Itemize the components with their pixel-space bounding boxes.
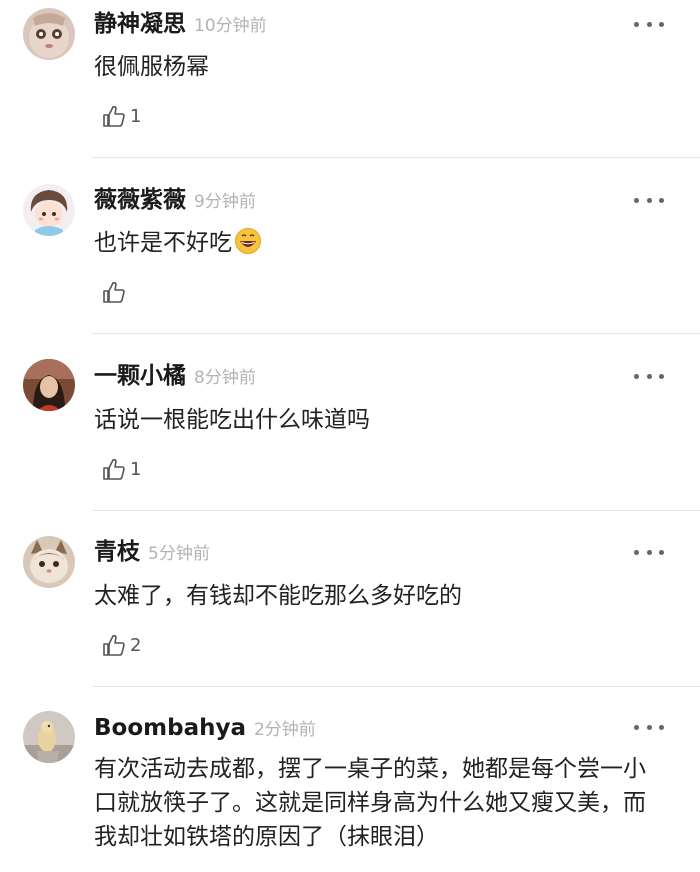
avatar[interactable] xyxy=(23,8,75,60)
more-dots-icon[interactable] xyxy=(634,542,664,562)
like-button[interactable]: 1 xyxy=(101,455,141,483)
comment-text: 很佩服杨幂 xyxy=(94,54,209,80)
avatar[interactable] xyxy=(23,359,75,411)
timestamp: 2分钟前 xyxy=(253,720,316,740)
avatar[interactable] xyxy=(23,711,75,763)
grinning-face-emoji-icon xyxy=(235,228,261,254)
comment-text: 太难了，有钱却不能吃那么多好吃的 xyxy=(94,583,462,609)
thumbs-up-icon xyxy=(103,281,125,303)
thumbs-up-icon xyxy=(103,634,125,656)
divider xyxy=(92,686,700,687)
comment-text-content: 也许是不好吃 xyxy=(94,230,232,256)
more-dots-icon[interactable] xyxy=(634,14,664,34)
timestamp: 8分钟前 xyxy=(194,368,256,388)
username[interactable]: 薇薇紫薇 9分钟前 xyxy=(94,185,256,217)
avatar[interactable] xyxy=(23,184,75,236)
timestamp: 10分钟前 xyxy=(194,16,267,36)
username[interactable]: 一颗小橘 8分钟前 xyxy=(94,361,256,393)
like-count: 1 xyxy=(130,105,142,127)
username-text[interactable]: 青枝 xyxy=(94,539,140,565)
timestamp: 5分钟前 xyxy=(148,544,210,564)
thumbs-up-icon xyxy=(103,105,125,127)
like-count: 1 xyxy=(130,458,142,480)
timestamp: 9分钟前 xyxy=(194,192,256,212)
like-button[interactable]: 1 xyxy=(101,102,141,130)
like-count: 2 xyxy=(130,634,142,656)
username-text[interactable]: 静神凝思 xyxy=(94,11,186,37)
comment-text: 也许是不好吃 xyxy=(94,226,674,260)
avatar[interactable] xyxy=(23,536,75,588)
username[interactable]: 静神凝思 10分钟前 xyxy=(94,9,267,41)
username[interactable]: 青枝 5分钟前 xyxy=(94,537,210,569)
more-dots-icon[interactable] xyxy=(634,366,664,386)
username[interactable]: Boombahya 2分钟前 xyxy=(94,713,316,745)
more-dots-icon[interactable] xyxy=(634,717,664,737)
like-button[interactable] xyxy=(101,278,127,306)
username-text[interactable]: Boombahya xyxy=(94,715,246,741)
divider xyxy=(92,510,700,511)
divider xyxy=(92,157,700,158)
comment-text: 有次活动去成都，摆了一桌子的菜，她都是每个尝一小口就放筷子了。这就是同样身高为什… xyxy=(94,756,646,850)
thumbs-up-icon xyxy=(103,458,125,480)
comment-text: 话说一根能吃出什么味道吗 xyxy=(94,407,370,433)
username-text[interactable]: 薇薇紫薇 xyxy=(94,187,186,213)
divider xyxy=(92,333,700,334)
like-button[interactable]: 2 xyxy=(101,631,141,659)
more-dots-icon[interactable] xyxy=(634,190,664,210)
username-text[interactable]: 一颗小橘 xyxy=(94,363,186,389)
